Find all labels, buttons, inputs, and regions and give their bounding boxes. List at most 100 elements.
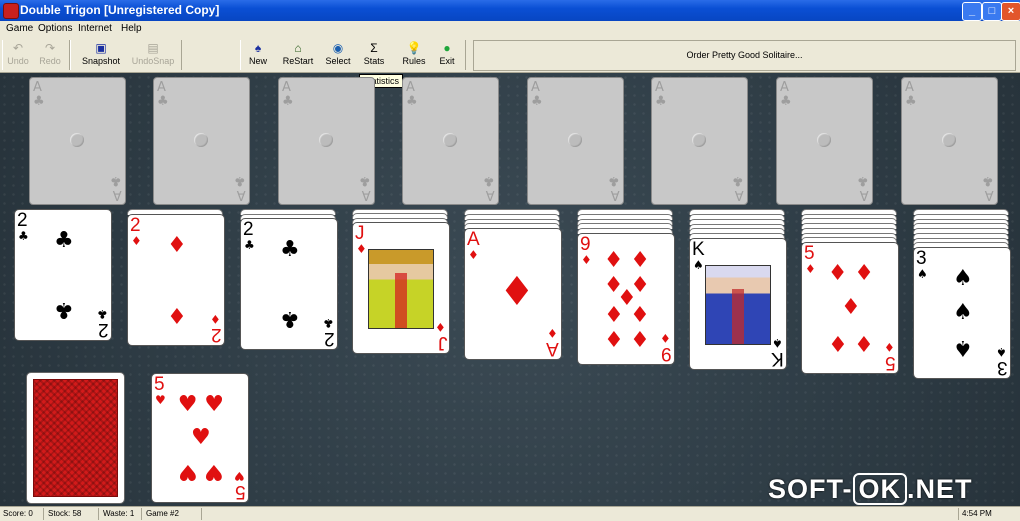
undosnap-icon: ▤ [147, 41, 159, 55]
card-rank: K [692, 239, 705, 260]
foundation-pile[interactable]: A ♣ A ♣ [651, 77, 748, 205]
card-suit-icon: ♦ [356, 242, 367, 256]
app-icon [3, 3, 19, 19]
foundation-pile[interactable]: A ♣ A ♣ [29, 77, 126, 205]
tableau-card[interactable]: A ♦ A ♦ ♦ [464, 228, 562, 360]
card-pip: ♠ [953, 266, 973, 291]
close-button[interactable]: × [1001, 2, 1020, 21]
undosnap-label: UndoSnap [131, 56, 175, 66]
card-rank: 9 [580, 234, 591, 255]
card-rank: 2 [243, 219, 254, 240]
menu-internet[interactable]: Internet [78, 23, 112, 34]
order-button[interactable]: Order Pretty Good Solitaire... [473, 40, 1016, 71]
card-pip: ♥ [177, 391, 198, 417]
select-label: Select [325, 56, 351, 66]
exit-label: Exit [439, 56, 455, 66]
card-suit-icon: ♦ [581, 253, 592, 267]
tableau-card[interactable]: 2 ♣ 2 ♣ ♣ ♣ [240, 218, 338, 350]
foundation-corner-label: A ♣ [157, 80, 169, 109]
card-rank: 5 [235, 481, 246, 502]
card-rank: 2 [324, 328, 335, 349]
status-waste: Waste: 1 [100, 508, 142, 520]
tableau-card[interactable]: 3 ♠ 3 ♠ ♠ ♠ ♠ [913, 247, 1011, 379]
stats-button[interactable]: Σ Stats [360, 40, 388, 70]
card-suit-icon: ♦ [884, 340, 895, 354]
card-rank: A [467, 229, 480, 250]
tableau-card[interactable]: K ♠ K ♠ [689, 238, 787, 370]
foundation-pile[interactable]: A ♣ A ♣ [901, 77, 998, 205]
card-pip: ♦ [630, 248, 650, 273]
card-suit-icon: ♣ [323, 316, 334, 330]
undosnap-button[interactable]: ▤ UndoSnap [128, 40, 178, 70]
card-pip: ♥ [177, 459, 198, 485]
foundation-pile[interactable]: A ♣ A ♣ [278, 77, 375, 205]
card-rank: 2 [130, 215, 141, 236]
foundation-center-mark [942, 133, 956, 147]
tableau-card[interactable]: 9 ♦ 9 ♦ ♦ ♦ ♦ ♦ ♦ ♦ ♦ ♦ ♦ [577, 233, 675, 365]
card-suit-icon: ♦ [547, 326, 558, 340]
card-pip: ♠ [953, 335, 973, 360]
card-suit-icon: ♣ [97, 307, 108, 321]
menu-options[interactable]: Options [38, 23, 72, 34]
snapshot-button[interactable]: ▣ Snapshot [78, 40, 124, 70]
menu-help[interactable]: Help [121, 23, 142, 34]
foundation-center-mark [194, 133, 208, 147]
card-rank: J [355, 223, 365, 244]
card-rank: 2 [98, 319, 109, 340]
new-button[interactable]: ♠ New [244, 40, 272, 70]
title-bar: Double Trigon [Unregistered Copy] _ □ × [0, 0, 1020, 21]
foundation-center-mark [568, 133, 582, 147]
undo-button[interactable]: ↶ Undo [4, 40, 32, 70]
card-suit-icon: ♥ [234, 469, 245, 483]
window-title: Double Trigon [Unregistered Copy] [20, 3, 220, 17]
card-back [33, 379, 118, 497]
card-pip: ♦ [603, 300, 624, 325]
card-pip: ♦ [854, 330, 874, 355]
redo-button[interactable]: ↷ Redo [36, 40, 64, 70]
card-suit-icon: ♣ [244, 238, 255, 252]
foundation-corner-label: A ♣ [282, 80, 294, 109]
stock-pile[interactable] [26, 372, 125, 504]
foundation-corner-label: A ♣ [608, 173, 620, 202]
card-pip: ♦ [841, 295, 861, 320]
foundation-pile[interactable]: A ♣ A ♣ [402, 77, 499, 205]
foundation-corner-label: A ♣ [857, 173, 869, 202]
foundation-pile[interactable]: A ♣ A ♣ [776, 77, 873, 205]
exit-button[interactable]: ● Exit [434, 40, 460, 70]
redo-label: Redo [39, 56, 61, 66]
foundation-corner-label: A ♣ [234, 173, 246, 202]
card-pip: ♣ [280, 306, 300, 331]
watermark-left: SOFT- [768, 474, 853, 504]
tableau-card[interactable]: 2 ♦ 2 ♦ ♦ ♦ [127, 214, 225, 346]
tableau-card[interactable]: 2 ♣ 2 ♣ ♣ ♣ [14, 209, 112, 341]
card-rank: 5 [154, 374, 165, 395]
waste-card[interactable]: 5 ♥ 5 ♥ ♥ ♥ ♥ ♥ ♥ [151, 373, 249, 503]
card-rank: A [546, 338, 559, 359]
home-icon: ⌂ [294, 41, 302, 55]
tableau-card[interactable]: 5 ♦ 5 ♦ ♦ ♦ ♦ ♦ ♦ [801, 242, 899, 374]
restart-button[interactable]: ⌂ ReStart [280, 40, 316, 70]
foundation-corner-label: A ♣ [780, 80, 792, 109]
stats-label: Stats [363, 56, 385, 66]
sigma-icon: Σ [370, 41, 378, 55]
camera-icon: ▣ [95, 41, 107, 55]
status-bar: Score: 0 Stock: 58 Waste: 1 Game #2 4:54… [0, 506, 1020, 521]
rules-button[interactable]: 💡 Rules [400, 40, 428, 70]
maximize-button[interactable]: □ [982, 2, 1002, 21]
menu-game[interactable]: Game [6, 23, 33, 34]
tableau-card[interactable]: J ♦ J ♦ [352, 222, 450, 354]
foundation-corner-label: A ♣ [905, 80, 917, 109]
card-suit-icon: ♦ [435, 320, 446, 334]
card-pip: ♦ [499, 269, 535, 315]
foundation-pile[interactable]: A ♣ A ♣ [153, 77, 250, 205]
foundation-pile[interactable]: A ♣ A ♣ [527, 77, 624, 205]
minimize-button[interactable]: _ [962, 2, 982, 21]
foundation-corner-label: A ♣ [406, 80, 418, 109]
select-button[interactable]: ◉ Select [322, 40, 354, 70]
menu-bar: Game Options Internet Help [0, 21, 1020, 39]
card-suit-icon: ♦ [210, 312, 221, 326]
foundation-center-mark [692, 133, 706, 147]
card-rank: J [437, 332, 448, 353]
foundation-center-mark [319, 133, 333, 147]
card-suit-icon: ♦ [468, 248, 479, 262]
